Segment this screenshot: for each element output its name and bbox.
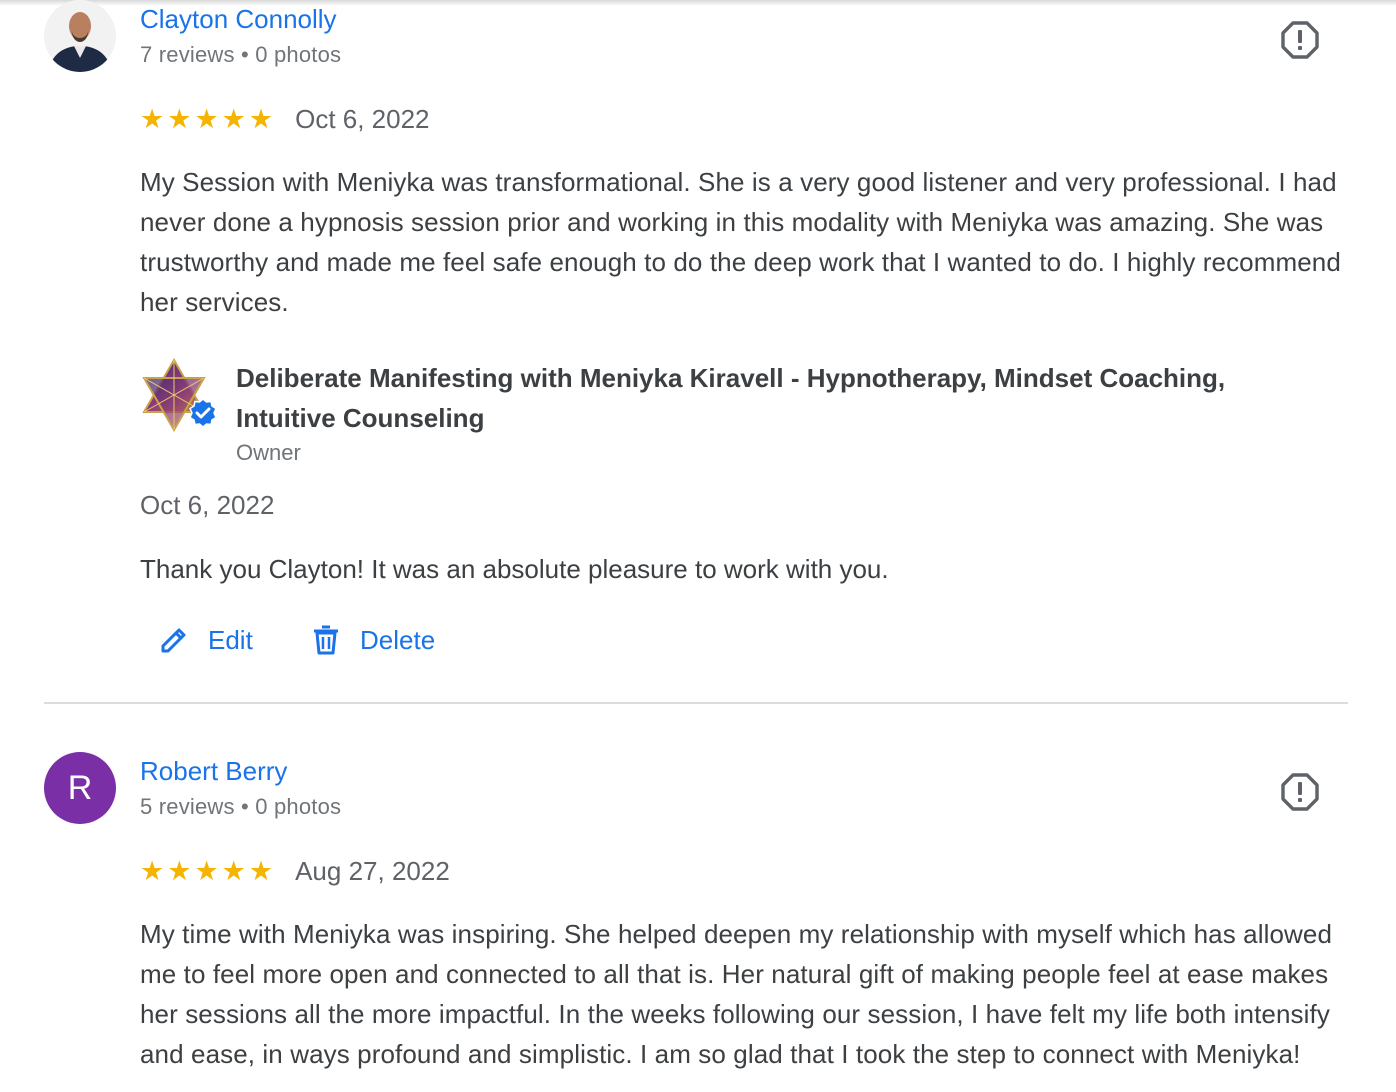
rating-row: ★ ★ ★ ★ ★ Oct 6, 2022 [140,104,430,135]
edit-label: Edit [208,624,253,655]
review-card: Clayton Connolly 7 reviews • 0 photos ★ … [0,0,1396,700]
star-rating: ★ ★ ★ ★ ★ [140,858,273,885]
reviewer-name[interactable]: Clayton Connolly [140,4,337,35]
reply-date: Oct 6, 2022 [140,490,275,520]
star-rating: ★ ★ ★ ★ ★ [140,106,273,133]
owner-business-name: Deliberate Manifesting with Meniyka Kira… [236,363,1226,433]
pencil-icon [161,628,186,653]
review-date: Aug 27, 2022 [295,856,450,886]
rating-row: ★ ★ ★ ★ ★ Aug 27, 2022 [140,856,450,887]
reviewer-name[interactable]: Robert Berry [140,756,287,787]
review-date: Oct 6, 2022 [295,104,430,134]
avatar-photo-icon [44,0,116,72]
star-icon: ★ [194,104,219,135]
delete-label: Delete [360,624,436,655]
report-icon [1281,773,1319,811]
report-icon [1281,21,1319,59]
trash-icon [314,625,338,655]
reviewer-avatar[interactable]: R [44,752,116,824]
star-icon: ★ [221,856,246,887]
review-text: My Session with Meniyka was transformati… [140,167,1341,317]
owner-role-label: Owner [236,440,301,465]
star-icon: ★ [140,104,165,135]
edit-reply-button[interactable]: Edit [158,624,253,656]
star-icon: ★ [167,856,192,887]
star-icon: ★ [140,856,165,887]
business-logo [142,357,217,433]
reviewer-meta: 5 reviews • 0 photos [140,794,342,819]
review-divider [44,702,1348,704]
star-icon: ★ [221,104,246,135]
star-icon: ★ [248,104,274,135]
delete-reply-button[interactable]: Delete [310,624,435,656]
reviewer-avatar[interactable] [44,0,116,72]
verified-badge-icon [189,398,217,428]
reviewer-meta: 7 reviews • 0 photos [140,42,342,67]
report-review-button[interactable] [1280,20,1320,60]
star-icon: ★ [194,856,219,887]
review-text: My time with Meniyka was inspiring. She … [140,919,1333,1069]
report-review-button[interactable] [1280,772,1320,812]
star-icon: ★ [167,104,192,135]
reply-text: Thank you Clayton! It was an absolute pl… [140,554,889,584]
review-card: R Robert Berry 5 reviews • 0 photos ★ ★ … [0,752,1396,1092]
star-icon: ★ [248,856,274,887]
